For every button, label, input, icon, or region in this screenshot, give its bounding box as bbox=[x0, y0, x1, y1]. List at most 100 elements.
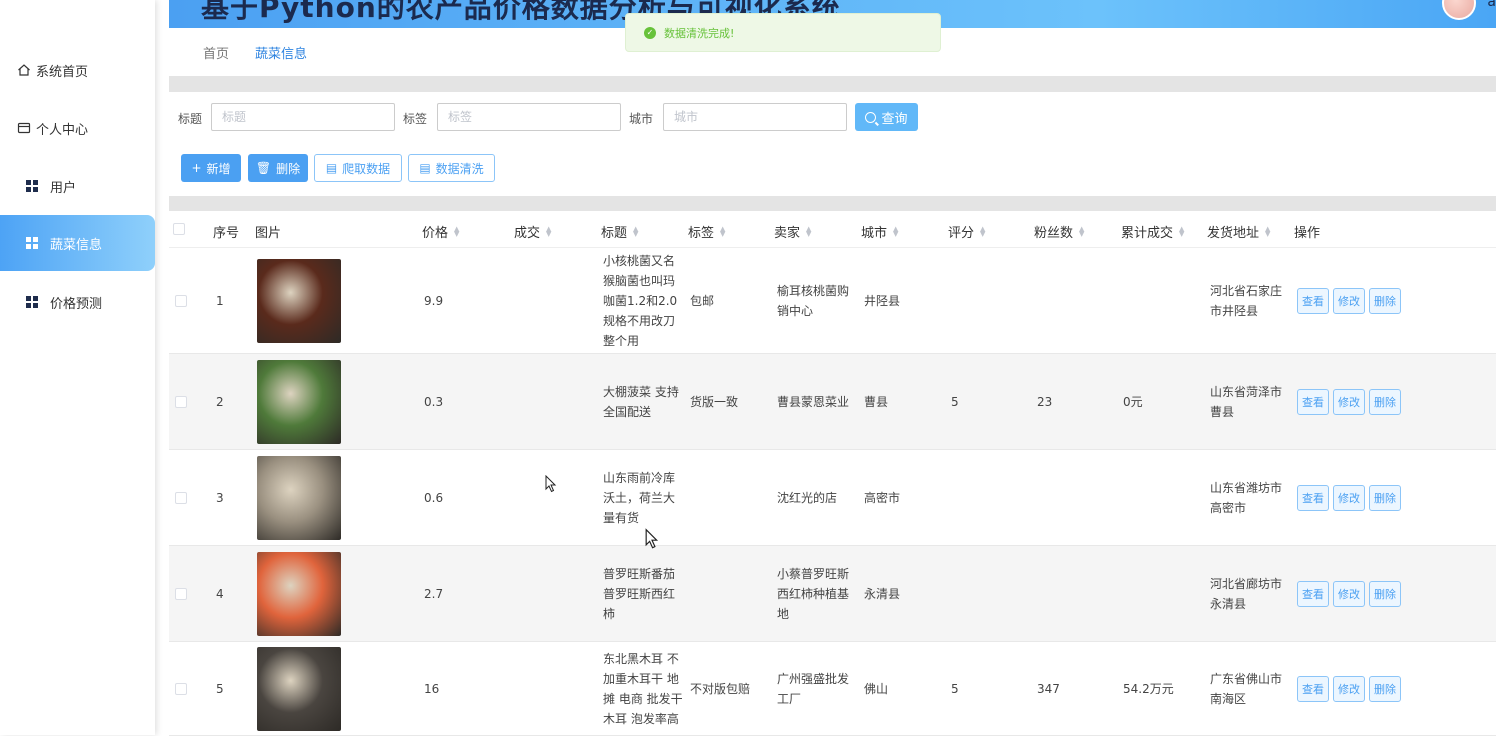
sort-icon[interactable]: ▲ ▼ bbox=[454, 225, 459, 237]
column-header-sortable[interactable]: 累计成交 ▲ ▼ bbox=[1121, 222, 1184, 241]
title-cell: 东北黑木耳 不加重木耳干 地摊 电商 批发干木耳 泡发率高 bbox=[603, 652, 683, 726]
city-cell: 高密市 bbox=[864, 491, 901, 505]
sort-icon[interactable]: ▲ ▼ bbox=[1265, 225, 1270, 237]
row-index: 4 bbox=[216, 587, 224, 601]
rating-cell: 5 bbox=[951, 395, 959, 409]
seller-cell: 榆耳核桃菌购销中心 bbox=[777, 284, 850, 318]
sort-icon[interactable]: ▲ ▼ bbox=[980, 225, 985, 237]
home-icon bbox=[16, 63, 32, 77]
sort-icon[interactable]: ▲ ▼ bbox=[720, 225, 725, 237]
column-header-sortable[interactable]: 发货地址 ▲ ▼ bbox=[1207, 222, 1270, 241]
row-delete-button[interactable]: 删除 bbox=[1369, 288, 1401, 314]
seller-cell: 广州强盛批发工厂 bbox=[777, 672, 850, 706]
column-header-sortable[interactable]: 卖家 ▲ ▼ bbox=[774, 222, 811, 241]
view-button[interactable]: 查看 bbox=[1297, 288, 1329, 314]
title-cell: 普罗旺斯番茄 普罗旺斯西红柿 bbox=[603, 567, 676, 621]
add-button[interactable]: + 新增 bbox=[181, 154, 241, 182]
city-search-input[interactable] bbox=[663, 103, 847, 131]
sort-icon[interactable]: ▲ ▼ bbox=[1179, 225, 1184, 237]
price-cell: 9.9 bbox=[424, 294, 444, 308]
column-header-sortable[interactable]: 粉丝数 ▲ ▼ bbox=[1034, 222, 1084, 241]
toast-message: 数据清洗完成! bbox=[664, 26, 735, 40]
column-header: 操作 bbox=[1294, 226, 1321, 241]
table-row[interactable]: 2 0.3 大棚菠菜 支持全国配送 货版一致 曹县蒙恩菜业 曹县 5 23 0元 山东省菏泽市曹县… bbox=[169, 354, 1496, 450]
sidebar-item-price-forecast[interactable]: 价格预测 bbox=[0, 274, 155, 330]
row-delete-button[interactable]: 删除 bbox=[1369, 676, 1401, 702]
view-button[interactable]: 查看 bbox=[1297, 485, 1329, 511]
edit-button[interactable]: 修改 bbox=[1333, 676, 1365, 702]
tag-cell: 包邮 bbox=[690, 294, 715, 308]
column-header-sortable[interactable]: 标签 ▲ ▼ bbox=[688, 222, 725, 241]
address-cell: 山东省潍坊市高密市 bbox=[1210, 481, 1283, 515]
city-cell: 佛山 bbox=[864, 682, 889, 696]
success-toast: ✓ 数据清洗完成! bbox=[625, 13, 941, 52]
clean-button-label: 数据清洗 bbox=[435, 161, 484, 176]
edit-button[interactable]: 修改 bbox=[1333, 485, 1365, 511]
sort-icon[interactable]: ▲ ▼ bbox=[546, 225, 551, 237]
avatar[interactable] bbox=[1442, 0, 1476, 20]
query-button[interactable]: 查询 bbox=[855, 103, 918, 131]
trash-icon: 🗑 bbox=[255, 161, 272, 175]
sidebar-item-vegetables[interactable]: 蔬菜信息 bbox=[0, 215, 155, 271]
edit-button[interactable]: 修改 bbox=[1333, 288, 1365, 314]
table-row[interactable]: 1 9.9 小核桃菌又名猴脑菌也叫玛咖菌1.2和2.0规格不用改刀整个用 包邮 榆耳核桃… bbox=[169, 248, 1496, 354]
row-delete-button[interactable]: 删除 bbox=[1369, 485, 1401, 511]
sidebar-item-users[interactable]: 用户 bbox=[0, 158, 155, 214]
row-index: 1 bbox=[216, 294, 224, 308]
sort-icon[interactable]: ▲ ▼ bbox=[633, 225, 638, 237]
price-cell: 2.7 bbox=[424, 587, 444, 601]
row-actions: 查看 修改 删除 bbox=[1297, 389, 1401, 415]
column-header-sortable[interactable]: 价格 ▲ ▼ bbox=[422, 222, 459, 241]
sidebar-item-profile[interactable]: 个人中心 bbox=[0, 100, 155, 156]
table-header: 序号 图片 价格 ▲ ▼ 成交 ▲ ▼ 标题 ▲ ▼ 标签 ▲ ▼ 卖家 ▲ ▼ 城市 ▲ ▼ 评分 ▲ ▼… bbox=[169, 211, 1496, 248]
select-all-checkbox[interactable] bbox=[173, 223, 185, 235]
row-checkbox[interactable] bbox=[175, 588, 187, 600]
row-delete-button[interactable]: 删除 bbox=[1369, 581, 1401, 607]
sidebar-item-label: 个人中心 bbox=[36, 122, 89, 138]
vegetable-table: 序号 图片 价格 ▲ ▼ 成交 ▲ ▼ 标题 ▲ ▼ 标签 ▲ ▼ 卖家 ▲ ▼ 城市 ▲ ▼ 评分 ▲ ▼… bbox=[169, 211, 1496, 736]
crawl-button[interactable]: ▤ 爬取数据 bbox=[314, 154, 402, 182]
sort-icon[interactable]: ▲ ▼ bbox=[893, 225, 898, 237]
column-header-sortable[interactable]: 城市 ▲ ▼ bbox=[861, 222, 898, 241]
row-checkbox[interactable] bbox=[175, 396, 187, 408]
sidebar-item-home[interactable]: 系统首页 bbox=[0, 42, 155, 98]
sort-icon[interactable]: ▲ ▼ bbox=[1079, 225, 1084, 237]
column-header-sortable[interactable]: 成交 ▲ ▼ bbox=[514, 222, 551, 241]
rating-cell: 5 bbox=[951, 682, 959, 696]
row-actions: 查看 修改 删除 bbox=[1297, 288, 1401, 314]
column-header: 图片 bbox=[255, 226, 282, 241]
edit-button[interactable]: 修改 bbox=[1333, 389, 1365, 415]
column-header-sortable[interactable]: 评分 ▲ ▼ bbox=[948, 222, 985, 241]
add-button-label: 新增 bbox=[206, 161, 231, 176]
row-delete-button[interactable]: 删除 bbox=[1369, 389, 1401, 415]
edit-button[interactable]: 修改 bbox=[1333, 581, 1365, 607]
total-cell: 54.2万元 bbox=[1123, 682, 1174, 696]
seller-cell: 沈红光的店 bbox=[777, 491, 838, 505]
title-search-input[interactable] bbox=[211, 103, 395, 131]
product-image bbox=[257, 259, 341, 343]
view-button[interactable]: 查看 bbox=[1297, 581, 1329, 607]
row-checkbox[interactable] bbox=[175, 683, 187, 695]
username[interactable]: a bbox=[1487, 0, 1496, 10]
table-row[interactable]: 5 16 东北黑木耳 不加重木耳干 地摊 电商 批发干木耳 泡发率高 不对版包赔 广州强… bbox=[169, 642, 1496, 736]
sort-icon[interactable]: ▲ ▼ bbox=[806, 225, 811, 237]
table-body: 1 9.9 小核桃菌又名猴脑菌也叫玛咖菌1.2和2.0规格不用改刀整个用 包邮 榆耳核桃… bbox=[169, 248, 1496, 736]
row-checkbox[interactable] bbox=[175, 295, 187, 307]
title-label: 标题 bbox=[178, 112, 203, 126]
column-header-sortable[interactable]: 标题 ▲ ▼ bbox=[601, 222, 638, 241]
row-checkbox[interactable] bbox=[175, 492, 187, 504]
document-icon: ▤ bbox=[419, 161, 431, 175]
table-row[interactable]: 3 0.6 山东雨前冷库沃土，荷兰大量有货 沈红光的店 高密市 山东省潍坊市高密市 查看 修改… bbox=[169, 450, 1496, 546]
table-row[interactable]: 4 2.7 普罗旺斯番茄 普罗旺斯西红柿 小蔡普罗旺斯西红柿种植基地 永清县 河北省廊坊市… bbox=[169, 546, 1496, 642]
delete-button[interactable]: 🗑 删除 bbox=[248, 154, 308, 182]
tag-search-input[interactable] bbox=[437, 103, 621, 131]
view-button[interactable]: 查看 bbox=[1297, 389, 1329, 415]
address-cell: 河北省廊坊市永清县 bbox=[1210, 577, 1283, 611]
sidebar: 系统首页 个人中心 用户 蔬菜信息 价格预测 bbox=[0, 0, 155, 735]
mouse-cursor-icon bbox=[545, 475, 557, 493]
view-button[interactable]: 查看 bbox=[1297, 676, 1329, 702]
product-image bbox=[257, 647, 341, 731]
column-header: 序号 bbox=[213, 226, 240, 241]
clean-button[interactable]: ▤ 数据清洗 bbox=[408, 154, 495, 182]
breadcrumb-home[interactable]: 首页 bbox=[203, 43, 229, 62]
